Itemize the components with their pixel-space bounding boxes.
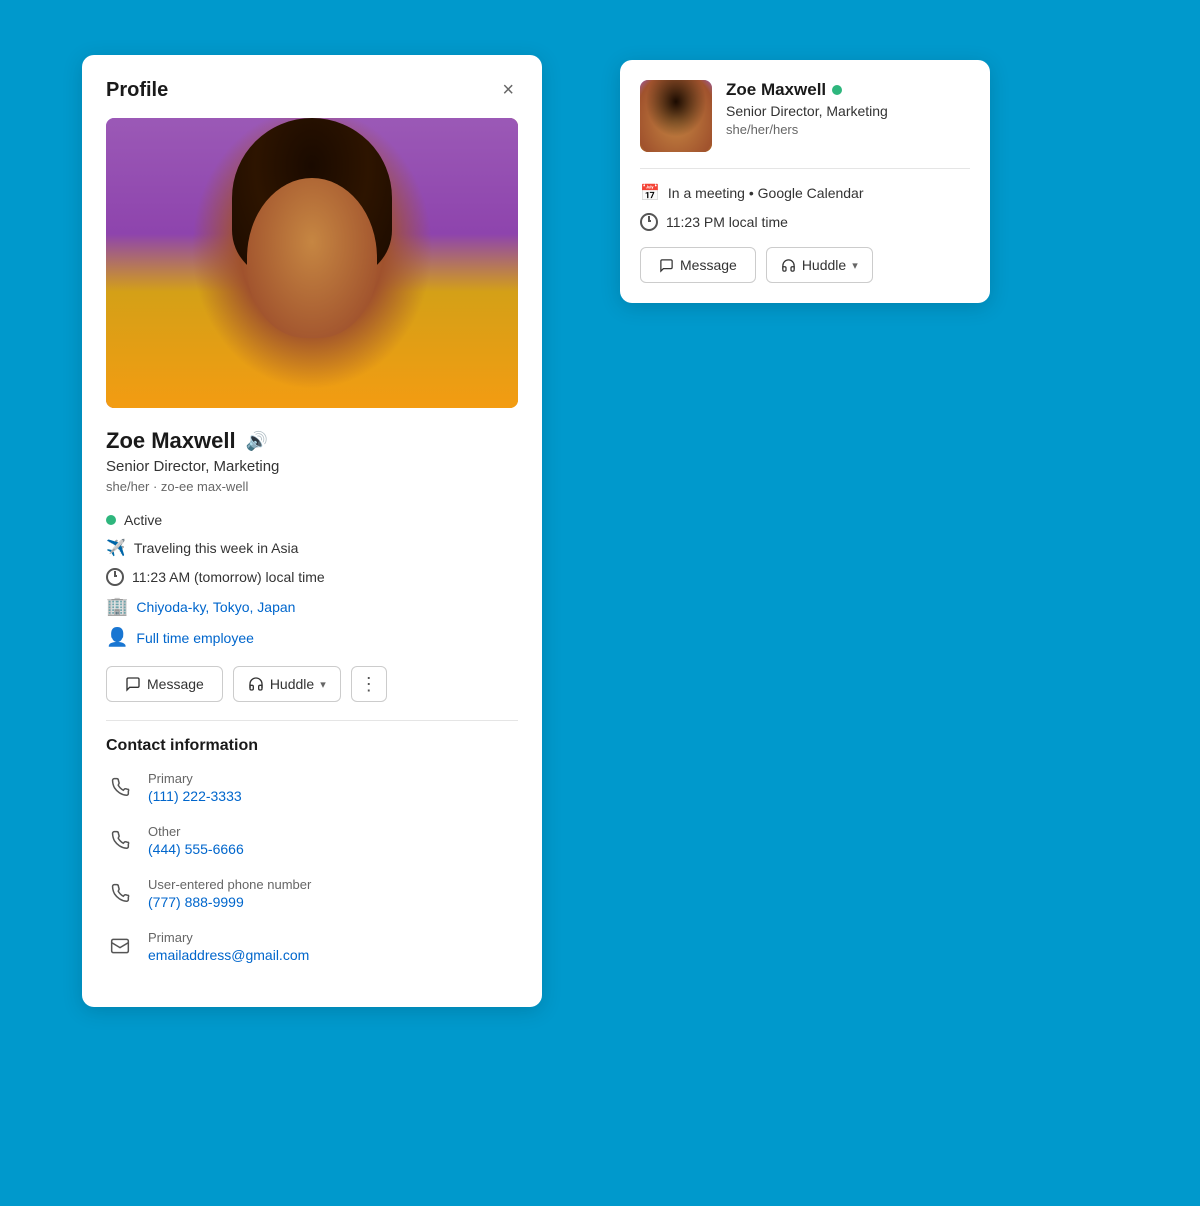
local-time-label: 11:23 AM (tomorrow) local time — [132, 569, 325, 585]
message-button[interactable]: Message — [106, 666, 223, 702]
phone-icon-2 — [106, 826, 134, 854]
popup-meeting-status: In a meeting • Google Calendar — [668, 185, 864, 201]
speaker-icon[interactable]: 🔊 — [246, 431, 268, 452]
time-row: 11:23 AM (tomorrow) local time — [106, 568, 518, 586]
travel-label: Traveling this week in Asia — [134, 540, 298, 556]
card-header: Profile × — [106, 79, 518, 102]
divider — [106, 720, 518, 721]
contact-label-3: User-entered phone number — [148, 877, 311, 892]
huddle-button[interactable]: Huddle ▾ — [233, 666, 341, 702]
popup-time-row: 11:23 PM local time — [640, 213, 970, 231]
popup-card: Zoe Maxwell Senior Director, Marketing s… — [620, 60, 990, 303]
profile-photo-face — [106, 118, 518, 408]
popup-huddle-label: Huddle — [802, 257, 846, 273]
popup-chevron-icon: ▾ — [852, 259, 858, 272]
popup-avatar — [640, 80, 712, 152]
popup-message-label: Message — [680, 257, 737, 273]
contact-value-4[interactable]: emailaddress@gmail.com — [148, 947, 309, 963]
contact-item-email: Primary emailaddress@gmail.com — [106, 930, 518, 965]
popup-avatar-image — [640, 80, 712, 152]
phone-icon-1 — [106, 773, 134, 801]
popup-user-pronouns: she/her/hers — [726, 122, 970, 137]
actions-row: Message Huddle ▾ ⋮ — [106, 666, 518, 702]
more-icon: ⋮ — [360, 674, 378, 695]
contact-item-primary-phone: Primary (111) 222-3333 — [106, 771, 518, 806]
calendar-icon: 📅 — [640, 183, 660, 203]
more-options-button[interactable]: ⋮ — [351, 666, 387, 702]
chevron-down-icon: ▾ — [320, 678, 326, 691]
user-pronouns: she/her · zo-ee max-well — [106, 479, 518, 494]
contact-item-user-phone: User-entered phone number (777) 888-9999 — [106, 877, 518, 912]
user-name-row: Zoe Maxwell 🔊 — [106, 428, 518, 454]
popup-user-title: Senior Director, Marketing — [726, 103, 970, 119]
location-row: 🏢 Chiyoda-ky, Tokyo, Japan — [106, 596, 518, 617]
contact-value-1[interactable]: (111) 222-3333 — [148, 788, 242, 804]
message-icon — [125, 676, 141, 692]
contact-section-title: Contact information — [106, 737, 518, 755]
popup-local-time: 11:23 PM local time — [666, 214, 788, 230]
contact-label-2: Other — [148, 824, 244, 839]
huddle-label: Huddle — [270, 676, 314, 692]
popup-actions: Message Huddle ▾ — [640, 247, 970, 283]
phone-icon-3 — [106, 879, 134, 907]
contact-item-other-phone: Other (444) 555-6666 — [106, 824, 518, 859]
contact-info-email: Primary emailaddress@gmail.com — [148, 930, 309, 965]
message-label: Message — [147, 676, 204, 692]
popup-divider — [640, 168, 970, 169]
building-icon: 🏢 — [106, 596, 128, 617]
popup-status-dot — [832, 85, 842, 95]
profile-photo — [106, 118, 518, 408]
travel-row: ✈️ Traveling this week in Asia — [106, 538, 518, 558]
user-name: Zoe Maxwell — [106, 428, 236, 454]
clock-icon — [106, 568, 124, 586]
contact-label-1: Primary — [148, 771, 242, 786]
user-title: Senior Director, Marketing — [106, 458, 518, 475]
popup-message-button[interactable]: Message — [640, 247, 756, 283]
employment-link[interactable]: Full time employee — [136, 630, 254, 646]
phone-svg-2 — [110, 830, 130, 850]
status-indicator — [106, 515, 116, 525]
email-icon — [106, 932, 134, 960]
contact-label-4: Primary — [148, 930, 309, 945]
email-svg — [110, 936, 130, 956]
contact-value-3[interactable]: (777) 888-9999 — [148, 894, 244, 910]
card-title: Profile — [106, 79, 168, 102]
travel-icon: ✈️ — [106, 538, 126, 558]
contact-info-other-phone: Other (444) 555-6666 — [148, 824, 244, 859]
popup-user-info: Zoe Maxwell Senior Director, Marketing s… — [726, 80, 970, 152]
popup-meeting-row: 📅 In a meeting • Google Calendar — [640, 183, 970, 203]
headphones-icon — [248, 676, 264, 692]
popup-clock-icon — [640, 213, 658, 231]
status-label: Active — [124, 512, 162, 528]
location-link[interactable]: Chiyoda-ky, Tokyo, Japan — [136, 599, 295, 615]
close-button[interactable]: × — [498, 79, 518, 102]
popup-user-name: Zoe Maxwell — [726, 80, 826, 100]
popup-message-icon — [659, 258, 674, 273]
popup-header: Zoe Maxwell Senior Director, Marketing s… — [640, 80, 970, 152]
popup-name-row: Zoe Maxwell — [726, 80, 970, 100]
employment-row: 👤 Full time employee — [106, 627, 518, 648]
profile-card: Profile × Zoe Maxwell 🔊 Senior Director,… — [82, 55, 542, 1007]
phone-svg-3 — [110, 883, 130, 903]
popup-headphones-icon — [781, 258, 796, 273]
contact-info-user-phone: User-entered phone number (777) 888-9999 — [148, 877, 311, 912]
phone-svg-1 — [110, 777, 130, 797]
popup-huddle-button[interactable]: Huddle ▾ — [766, 247, 873, 283]
contact-info-primary-phone: Primary (111) 222-3333 — [148, 771, 242, 806]
status-row: Active — [106, 512, 518, 528]
contact-value-2[interactable]: (444) 555-6666 — [148, 841, 244, 857]
person-icon: 👤 — [106, 627, 128, 648]
